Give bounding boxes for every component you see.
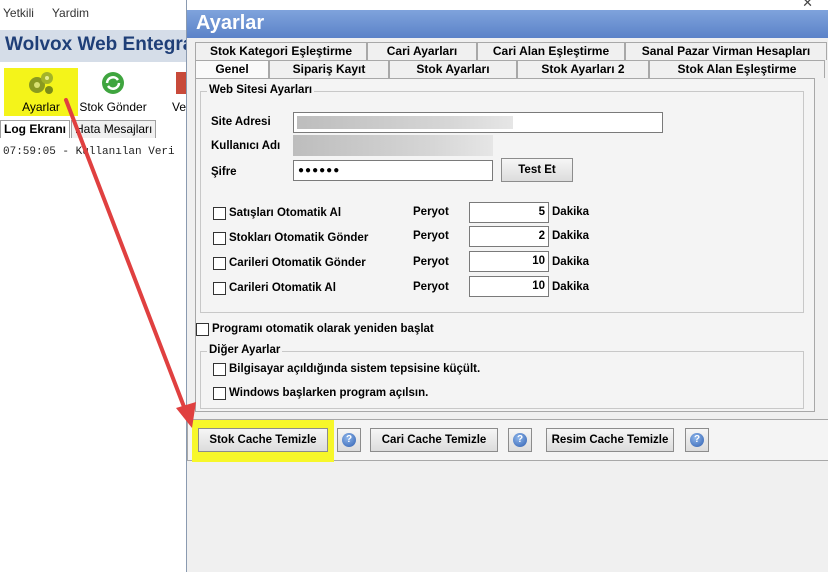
- test-connection-button[interactable]: Test Et: [501, 158, 573, 182]
- tab-stok-ayarlari-2[interactable]: Stok Ayarları 2: [517, 60, 649, 78]
- auto-sales-period-input[interactable]: 5: [469, 202, 549, 223]
- auto-stock-label: Stokları Otomatik Gönder: [229, 232, 369, 244]
- other-settings-group: Diğer Ayarlar Bilgisayar açıldığında sis…: [200, 344, 804, 409]
- site-address-input[interactable]: [293, 112, 663, 133]
- web-site-settings-title: Web Sitesi Ayarları: [207, 84, 315, 96]
- toolbar-stok-gonder-button[interactable]: Stok Gönder: [76, 68, 150, 116]
- auto-sales-peryot-label: Peryot: [413, 206, 449, 218]
- tab-cari-alan-eslestirme[interactable]: Cari Alan Eşleştirme: [477, 42, 625, 60]
- tab-stok-ayarlari[interactable]: Stok Ayarları: [389, 60, 517, 78]
- log-line: 07:59:05 - Kullanılan Veri: [3, 146, 175, 158]
- password-label: Şifre: [211, 166, 237, 178]
- username-label: Kullanıcı Adı: [211, 140, 281, 152]
- auto-sales-unit: Dakika: [552, 206, 590, 218]
- resim-cache-clear-button[interactable]: Resim Cache Temizle: [546, 428, 674, 452]
- auto-send-customers-label: Carileri Otomatik Gönder: [229, 257, 366, 269]
- genel-tab-panel: Web Sitesi Ayarları Site Adresi Kullanıc…: [195, 78, 815, 412]
- toolbar-ayarlar-button[interactable]: Ayarlar: [4, 68, 78, 116]
- auto-get-customers-period-input[interactable]: 10: [469, 276, 549, 297]
- toolbar-ve-button[interactable]: Ve: [148, 68, 186, 116]
- auto-sales-checkbox[interactable]: [213, 207, 226, 220]
- window-title: Ayarlar: [196, 12, 265, 34]
- app-title-bar: Wolvox Web Entegrasyonu: [0, 30, 249, 62]
- password-input[interactable]: ●●●●●●: [293, 160, 493, 181]
- tab-row-1: Stok Kategori Eşleştirme Cari Ayarları C…: [195, 42, 827, 60]
- site-address-redacted: [297, 116, 513, 129]
- auto-get-customers-label: Carileri Otomatik Al: [229, 282, 336, 294]
- help-icon: ?: [513, 433, 527, 447]
- help-icon: ?: [690, 433, 704, 447]
- refresh-icon: [102, 72, 124, 94]
- run-on-startup-label: Windows başlarken program açılsın.: [229, 387, 429, 399]
- cari-cache-clear-button[interactable]: Cari Cache Temizle: [370, 428, 498, 452]
- auto-stock-checkbox[interactable]: [213, 232, 226, 245]
- auto-stock-period-input[interactable]: 2: [469, 226, 549, 247]
- web-site-settings-group: Web Sitesi Ayarları Site Adresi Kullanıc…: [200, 84, 804, 313]
- tab-cari-ayarlari[interactable]: Cari Ayarları: [367, 42, 477, 60]
- toolbar-ayarlar-label: Ayarlar: [22, 100, 60, 114]
- tab-genel[interactable]: Genel: [195, 60, 269, 78]
- menu-yetkili[interactable]: Yetkili: [3, 6, 34, 24]
- menu-bar: Yetkili Yardim: [0, 6, 89, 24]
- tab-log-ekrani[interactable]: Log Ekranı: [0, 120, 71, 138]
- stok-cache-clear-button[interactable]: Stok Cache Temizle: [198, 428, 328, 452]
- site-address-label: Site Adresi: [211, 116, 271, 128]
- help-icon: ?: [342, 433, 356, 447]
- stok-cache-help-button[interactable]: ?: [337, 428, 361, 452]
- toolbar-stok-gonder-label: Stok Gönder: [79, 100, 147, 114]
- auto-send-customers-unit: Dakika: [552, 256, 590, 268]
- gears-icon: [29, 72, 53, 94]
- settings-window: ✕ Ayarlar Stok Kategori Eşleştirme Cari …: [186, 0, 828, 572]
- auto-restart-label: Programı otomatik olarak yeniden başlat: [212, 323, 434, 335]
- resim-cache-help-button[interactable]: ?: [685, 428, 709, 452]
- auto-send-customers-peryot-label: Peryot: [413, 256, 449, 268]
- auto-stock-unit: Dakika: [552, 230, 590, 242]
- toolbar-ve-label: Ve: [171, 100, 186, 114]
- tab-row-2: Genel Sipariş Kayıt Stok Ayarları Stok A…: [195, 60, 825, 78]
- cache-buttons-bar: Stok Cache Temizle ? Cari Cache Temizle …: [187, 419, 828, 462]
- auto-sales-label: Satışları Otomatik Al: [229, 207, 342, 219]
- tab-hata-mesajlari[interactable]: Hata Mesajları: [71, 120, 157, 138]
- cari-cache-help-button[interactable]: ?: [508, 428, 532, 452]
- username-input[interactable]: [293, 135, 493, 156]
- other-settings-title: Diğer Ayarlar: [207, 344, 283, 356]
- auto-restart-checkbox[interactable]: [196, 323, 209, 336]
- tab-stok-kategori-eslestirme[interactable]: Stok Kategori Eşleştirme: [195, 42, 367, 60]
- auto-get-customers-unit: Dakika: [552, 281, 590, 293]
- window-header: Ayarlar: [187, 10, 828, 38]
- window-top-strip: ✕: [187, 0, 828, 10]
- auto-send-customers-checkbox[interactable]: [213, 257, 226, 270]
- auto-stock-peryot-label: Peryot: [413, 230, 449, 242]
- tab-siparis-kayit[interactable]: Sipariş Kayıt: [269, 60, 389, 78]
- run-on-startup-checkbox[interactable]: [213, 387, 226, 400]
- tab-stok-alan-eslestirme[interactable]: Stok Alan Eşleştirme: [649, 60, 825, 78]
- menu-yardim[interactable]: Yardim: [52, 6, 89, 24]
- minimize-to-tray-checkbox[interactable]: [213, 363, 226, 376]
- minimize-to-tray-label: Bilgisayar açıldığında sistem tepsisine …: [229, 363, 481, 375]
- log-tabs: Log Ekranı Hata Mesajları: [0, 120, 157, 138]
- auto-send-customers-period-input[interactable]: 10: [469, 251, 549, 272]
- document-icon: [176, 72, 186, 94]
- auto-get-customers-checkbox[interactable]: [213, 282, 226, 295]
- auto-get-customers-peryot-label: Peryot: [413, 281, 449, 293]
- tab-sanal-pazar-virman[interactable]: Sanal Pazar Virman Hesapları: [625, 42, 827, 60]
